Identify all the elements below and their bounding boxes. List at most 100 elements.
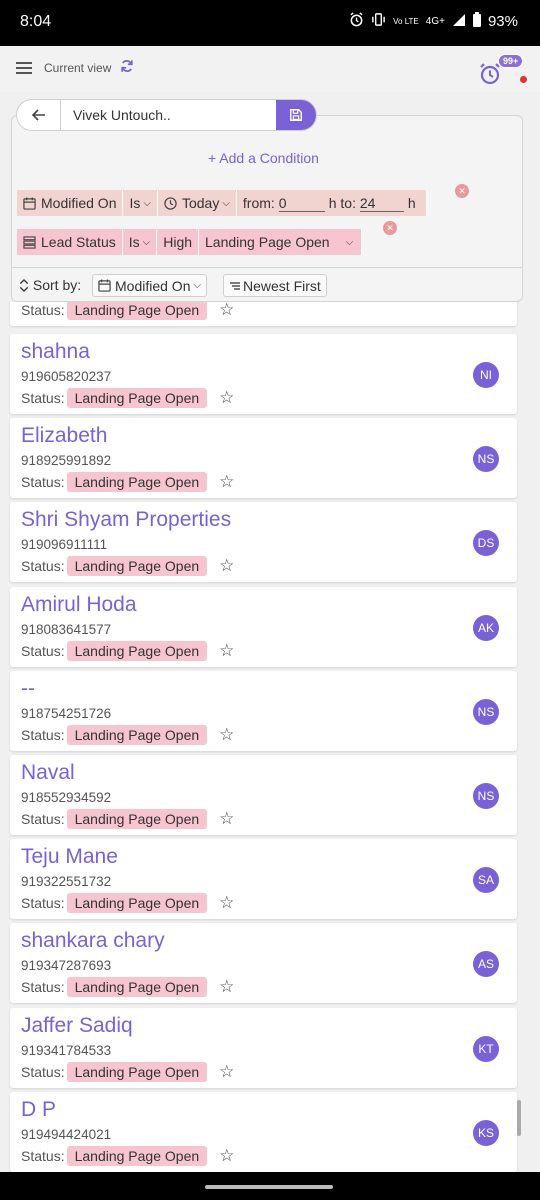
calendar-icon — [98, 279, 111, 292]
assignee-avatar[interactable]: KS — [473, 1119, 499, 1146]
hour-unit-label: h — [328, 195, 337, 211]
star-icon[interactable]: ☆ — [219, 472, 234, 492]
lead-name[interactable]: Naval — [21, 761, 75, 785]
refresh-icon[interactable] — [120, 59, 134, 78]
status-label: Status: — [21, 558, 65, 575]
assignee-avatar[interactable]: AK — [473, 614, 499, 641]
star-icon[interactable]: ☆ — [219, 977, 234, 997]
star-icon[interactable]: ☆ — [219, 388, 234, 408]
star-icon[interactable]: ☆ — [219, 893, 234, 913]
lead-card[interactable]: D P 919494424021 Status: Landing Page Open ☆… — [10, 1091, 517, 1172]
status-label: Status: — [21, 642, 65, 659]
condition-lead-status: Lead Status Is ⌵ High Landing Page Open ⌵ — [17, 229, 363, 255]
status-label: Status: — [21, 474, 65, 491]
status-pill: Landing Page Open — [66, 388, 208, 408]
home-gesture-handle[interactable] — [205, 1185, 333, 1189]
lead-name[interactable]: Shri Shyam Properties — [21, 508, 231, 532]
status-row: Status: Landing Page Open ☆ — [21, 302, 234, 320]
reminders-button[interactable]: 99+ — [476, 54, 527, 88]
star-icon[interactable]: ☆ — [219, 641, 234, 661]
condition-value-select[interactable]: Today ⌵ — [157, 190, 237, 216]
add-condition-link[interactable]: + Add a Condition — [208, 150, 319, 166]
status-label: Status: — [21, 979, 65, 996]
lead-name[interactable]: shahna — [21, 340, 90, 364]
lead-name[interactable]: Elizabeth — [21, 424, 107, 448]
lead-list[interactable]: Status: Landing Page Open ☆ shahna 919605… — [0, 302, 540, 1172]
sort-field-select[interactable]: Modified On ⌵ — [92, 274, 208, 297]
star-icon[interactable]: ☆ — [219, 1062, 234, 1082]
status-row: Status: Landing Page Open ☆ — [21, 640, 234, 661]
calendar-icon — [23, 196, 36, 210]
status-value-chip[interactable]: High — [157, 229, 200, 255]
lead-card[interactable]: shankara chary 919347287693 Status: Landing… — [10, 923, 517, 1004]
assignee-avatar[interactable]: AS — [473, 951, 499, 978]
lead-card[interactable]: Status: Landing Page Open ☆ — [10, 302, 517, 326]
sort-order-select[interactable]: Newest First — [223, 274, 327, 297]
lead-name[interactable]: Teju Mane — [21, 845, 118, 869]
assignee-avatar[interactable]: NS — [473, 698, 499, 725]
assignee-avatar[interactable]: NI — [473, 362, 499, 388]
condition-field-select[interactable]: Lead Status — [17, 229, 123, 255]
chevron-down-icon: ⌵ — [143, 197, 151, 209]
lead-phone: 919494424021 — [21, 1126, 112, 1142]
star-icon[interactable]: ☆ — [219, 556, 234, 576]
star-icon[interactable]: ☆ — [219, 809, 234, 829]
status-pill: Landing Page Open — [66, 1145, 208, 1166]
lead-name[interactable]: Amirul Hoda — [21, 593, 137, 617]
assignee-avatar[interactable]: NS — [473, 446, 499, 473]
star-icon[interactable]: ☆ — [219, 725, 234, 745]
lead-card[interactable]: Teju Mane 919322551732 Status: Landing Page… — [10, 839, 517, 920]
lead-card[interactable]: Naval 918552934592 Status: Landing Page Ope… — [10, 755, 517, 835]
lead-name[interactable]: D P — [21, 1098, 56, 1122]
condition-modified-on: Modified On Is⌵ Today⌵ from: h to: h — [17, 190, 427, 216]
lead-card[interactable]: Jaffer Sadiq 919341784533 Status: Landing P… — [10, 1007, 517, 1088]
lead-card[interactable]: Amirul Hoda 918083641577 Status: Landing Pa… — [10, 586, 517, 667]
chevron-down-icon: ⌵ — [222, 197, 230, 209]
clock: 8:04 — [20, 13, 52, 30]
lead-card[interactable]: shahna 919605820237 Status: Landing Page Op… — [10, 334, 517, 414]
assignee-avatar[interactable]: NS — [473, 783, 499, 809]
assignee-avatar[interactable]: SA — [473, 867, 499, 894]
back-button[interactable] — [17, 100, 61, 130]
lead-name[interactable]: -- — [21, 677, 35, 701]
status-pill: Landing Page Open — [66, 302, 208, 320]
condition-operator-select[interactable]: Is ⌵ — [123, 190, 158, 216]
status-value-select[interactable]: Landing Page Open ⌵ — [199, 229, 363, 255]
status-pill: Landing Page Open — [66, 977, 208, 998]
star-icon[interactable]: ☆ — [219, 1146, 234, 1166]
status-label: Status: — [21, 895, 65, 912]
view-name-input[interactable] — [61, 100, 277, 130]
battery-percent: 93% — [487, 13, 518, 30]
save-view-button[interactable] — [276, 100, 316, 130]
status-label: Status: — [21, 811, 65, 827]
lead-card[interactable]: Elizabeth 918925991892 Status: Landing Page… — [10, 418, 517, 499]
current-view-label[interactable]: Current view — [44, 61, 111, 75]
hamburger-menu-icon[interactable] — [16, 62, 32, 74]
view-search-bar — [16, 99, 317, 131]
lead-name[interactable]: Jaffer Sadiq — [21, 1014, 133, 1038]
clock-icon — [164, 196, 177, 210]
star-icon[interactable]: ☆ — [219, 302, 234, 320]
value-label: Today — [181, 195, 220, 211]
remove-condition-icon[interactable]: ✕ — [383, 221, 397, 235]
scrollbar[interactable] — [517, 1100, 521, 1136]
lead-name[interactable]: shankara chary — [21, 929, 165, 953]
lead-phone: 918083641577 — [21, 621, 112, 637]
status-label: Status: — [21, 726, 65, 743]
status-row: Status: Landing Page Open ☆ — [21, 977, 234, 998]
assignee-avatar[interactable]: DS — [473, 530, 499, 557]
from-hour-input[interactable] — [278, 194, 325, 212]
chevron-down-icon: ⌵ — [345, 236, 354, 248]
remove-condition-icon[interactable]: ✕ — [455, 184, 469, 198]
lead-card[interactable]: Shri Shyam Properties 919096911111 Status:… — [10, 502, 517, 583]
lead-card[interactable]: -- 918754251726 Status: Landing Page Open ☆ N… — [10, 670, 517, 751]
status-label: Status: — [21, 1063, 65, 1080]
from-label: from: — [242, 195, 275, 211]
status-row: Status: Landing Page Open ☆ — [21, 893, 234, 914]
status-row: Status: Landing Page Open ☆ — [21, 472, 234, 493]
assignee-avatar[interactable]: KT — [473, 1035, 499, 1062]
to-hour-input[interactable] — [359, 194, 404, 212]
system-status-bar: 8:04 Vo LTE 4G+ 93% — [0, 0, 540, 46]
condition-operator-select[interactable]: Is ⌵ — [122, 229, 158, 255]
condition-field-select[interactable]: Modified On — [17, 190, 124, 216]
